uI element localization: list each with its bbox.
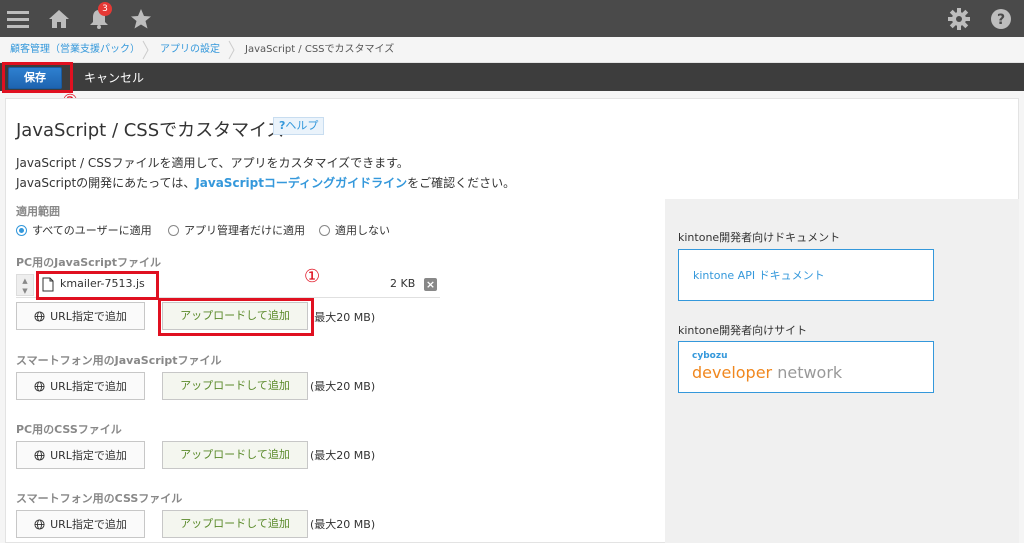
developer-network-logo: developer network	[692, 363, 842, 382]
notification-badge: 3	[98, 2, 112, 16]
home-icon[interactable]	[46, 0, 72, 37]
section-label-sp-css: スマートフォン用のCSSファイル	[16, 492, 183, 505]
annotation-box-save	[2, 62, 73, 93]
logo-developer: developer	[692, 363, 773, 382]
url-add-button-sp-js[interactable]: URL指定で追加	[16, 372, 145, 400]
section-label-sp-js: スマートフォン用のJavaScriptファイル	[16, 354, 222, 367]
chevron-right-icon	[228, 40, 235, 60]
annotation-box-upload	[158, 298, 314, 336]
breadcrumb-item-app[interactable]: 顧客管理（営業支援パック）	[10, 37, 140, 63]
max-size-note: (最大20 MB)	[310, 449, 376, 462]
description-prefix: JavaScriptの開発にあたっては、	[16, 176, 196, 190]
annotation-number-1: ①	[304, 266, 321, 287]
breadcrumb-item-current: JavaScript / CSSでカスタマイズ	[245, 44, 395, 55]
description-line-1: JavaScript / CSSファイルを適用して、アプリをカスタマイズできます…	[16, 156, 409, 170]
gear-icon[interactable]	[946, 0, 972, 37]
radio-all-users[interactable]: すべてのユーザーに適用	[16, 223, 152, 237]
api-doc-link[interactable]: kintone API ドキュメント	[693, 267, 825, 283]
url-add-button-pc-css[interactable]: URL指定で追加	[16, 441, 145, 469]
sort-handle-icon[interactable]: ▲ ▼	[16, 274, 34, 296]
upload-add-button-sp-js[interactable]: アップロードして追加	[162, 372, 308, 400]
section-label-pc-css: PC用のCSSファイル	[16, 423, 122, 436]
doc-heading: kintone開発者向けドキュメント	[678, 231, 841, 244]
radio-admins-only[interactable]: アプリ管理者だけに適用	[168, 223, 305, 237]
globe-icon	[34, 310, 45, 322]
upload-add-button-pc-css[interactable]: アップロードして追加	[162, 441, 308, 469]
section-label-pc-js: PC用のJavaScriptファイル	[16, 256, 162, 269]
radio-selected-icon	[16, 224, 27, 236]
annotation-box-file	[36, 271, 159, 300]
action-bar: 保存 キャンセル	[0, 63, 1024, 91]
menu-icon[interactable]	[6, 0, 30, 37]
radio-label: アプリ管理者だけに適用	[184, 224, 305, 237]
globe-icon	[34, 449, 45, 461]
globe-icon	[34, 380, 45, 392]
star-icon[interactable]	[128, 0, 154, 37]
help-icon[interactable]: ?	[988, 0, 1014, 37]
delete-file-icon[interactable]: ×	[424, 278, 437, 291]
description-line-2: JavaScriptの開発にあたっては、JavaScriptコーディングガイドラ…	[16, 174, 515, 191]
globe-icon	[34, 518, 45, 530]
button-label: URL指定で追加	[50, 518, 127, 531]
max-size-note: (最大20 MB)	[310, 518, 376, 531]
radio-unselected-icon	[168, 224, 179, 236]
breadcrumb: 顧客管理（営業支援パック） アプリの設定 JavaScript / CSSでカス…	[0, 37, 1024, 63]
chevron-right-icon	[142, 40, 149, 60]
cybozu-logo-text: cybozu	[692, 351, 728, 361]
url-add-button-pc-js[interactable]: URL指定で追加	[16, 302, 145, 330]
help-link[interactable]: ?ヘルプ	[273, 117, 325, 135]
breadcrumb-item-settings[interactable]: アプリの設定	[160, 37, 220, 63]
radio-label: すべてのユーザーに適用	[32, 224, 152, 237]
coding-guideline-link[interactable]: JavaScriptコーディングガイドライン	[195, 176, 407, 190]
global-header: 3 ?	[0, 0, 1024, 37]
site-heading: kintone開発者向けサイト	[678, 324, 808, 337]
svg-text:?: ?	[997, 12, 1005, 28]
button-label: URL指定で追加	[50, 380, 127, 393]
developer-network-box[interactable]: cybozu developer network	[678, 341, 934, 393]
scope-label: 適用範囲	[16, 205, 60, 218]
file-size: 2 KB	[390, 277, 416, 290]
description-suffix: をご確認ください。	[407, 176, 516, 190]
logo-network: network	[772, 363, 843, 382]
help-label: ヘルプ	[285, 119, 319, 132]
radio-label: 適用しない	[335, 224, 390, 237]
button-label: URL指定で追加	[50, 449, 127, 462]
api-doc-box[interactable]: kintone API ドキュメント	[678, 249, 934, 301]
radio-none[interactable]: 適用しない	[319, 223, 390, 237]
button-label: URL指定で追加	[50, 310, 127, 323]
cancel-button[interactable]: キャンセル	[84, 67, 144, 89]
radio-unselected-icon	[319, 224, 330, 236]
upload-add-button-sp-css[interactable]: アップロードして追加	[162, 510, 308, 538]
url-add-button-sp-css[interactable]: URL指定で追加	[16, 510, 145, 538]
page-title: JavaScript / CSSでカスタマイズ	[16, 120, 285, 141]
max-size-note: (最大20 MB)	[310, 380, 376, 393]
max-size-note: (最大20 MB)	[310, 311, 376, 324]
